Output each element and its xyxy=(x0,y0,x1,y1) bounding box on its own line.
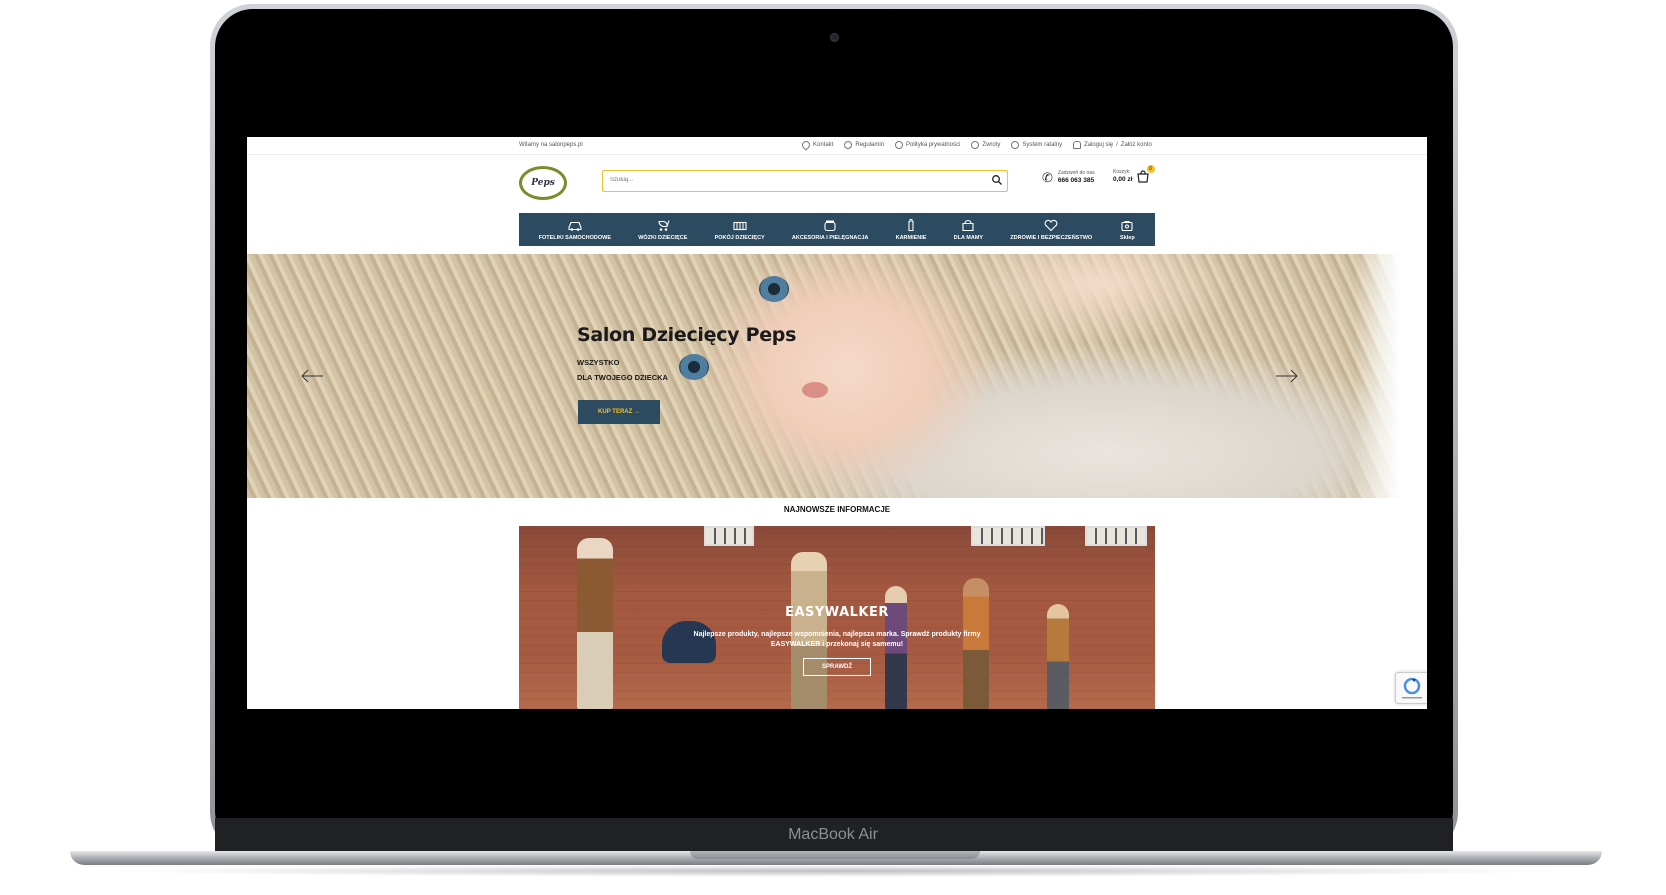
link-label: System ratalny xyxy=(1022,142,1063,148)
info-icon xyxy=(1011,141,1020,149)
phone-number: 666 063 385 xyxy=(1057,177,1095,185)
bed-icon xyxy=(733,221,747,230)
phone-contact[interactable]: ✆ Zadzwoń do nas 666 063 385 xyxy=(1042,170,1095,186)
top-links: Kontakt Regulamin Polityka prywatności Z… xyxy=(800,139,1152,151)
arrow-right-icon[interactable] xyxy=(1274,366,1300,386)
link-regulamin[interactable]: Regulamin xyxy=(844,141,884,149)
banner-image-detail xyxy=(704,526,754,546)
hero-text: Salon Dziecięcy Peps WSZYSTKO DLA TWOJEG… xyxy=(577,324,796,385)
register-link[interactable]: Załóż konto xyxy=(1121,142,1152,148)
hero-slider: Salon Dziecięcy Peps WSZYSTKO DLA TWOJEG… xyxy=(247,254,1420,498)
banner-image-detail xyxy=(577,538,613,709)
search-input[interactable] xyxy=(603,171,987,189)
nav-item-dla-mamy[interactable]: DLA MAMY xyxy=(954,219,983,241)
bag-icon xyxy=(962,219,974,231)
link-zwroty[interactable]: Zwroty xyxy=(971,141,1000,149)
nav-item-sklep[interactable]: Sklep xyxy=(1119,219,1135,241)
hero-line-2: DLA TWOJEGO DZIECKA xyxy=(577,373,668,382)
banner-text: Najlepsze produkty, najlepsze wspomnieni… xyxy=(693,631,981,648)
nav-item-pokoj[interactable]: POKÓJ DZIECIĘCY xyxy=(715,219,765,241)
recaptcha-badge[interactable] xyxy=(1395,672,1427,704)
hero-image-detail xyxy=(802,382,828,398)
peps-logo[interactable]: Peps xyxy=(519,166,567,200)
search-icon[interactable] xyxy=(991,174,1003,186)
cart-icon: 0 xyxy=(1136,165,1155,184)
nav-label: FOTELIKI SAMOCHODOWE xyxy=(538,234,612,241)
link-polityka[interactable]: Polityka prywatności xyxy=(895,141,960,149)
hero-subtitle: WSZYSTKO DLA TWOJEGO DZIECKA xyxy=(577,355,796,385)
cart[interactable]: Koszyk: 0,00 zł 0 xyxy=(1113,165,1155,184)
stroller-icon xyxy=(658,219,670,231)
phone-icon: ✆ xyxy=(1042,170,1053,185)
baby-bottle-icon xyxy=(908,218,914,231)
location-pin-icon xyxy=(800,139,812,151)
nav-label: KARMIENIE xyxy=(895,234,927,241)
separator: / xyxy=(1116,142,1118,148)
welcome-text: Witamy na salonpeps.pl xyxy=(519,142,583,148)
logo-text: Peps xyxy=(531,178,555,188)
recaptcha-icon xyxy=(1402,677,1422,699)
nav-label: ZDROWIE I BEZPIECZEŃSTWO xyxy=(1010,234,1093,241)
info-icon xyxy=(895,141,904,149)
nav-item-wozki[interactable]: WÓZKI DZIECIĘCE xyxy=(638,219,687,241)
laptop-shadow xyxy=(100,865,1570,877)
link-system-ratalny[interactable]: System ratalny xyxy=(1011,141,1062,149)
link-label: Regulamin xyxy=(855,142,885,148)
main-nav: FOTELIKI SAMOCHODOWE WÓZKI DZIECIĘCE POK… xyxy=(519,213,1155,246)
hero-title: Salon Dziecięcy Peps xyxy=(577,324,797,346)
top-bar: Witamy na salonpeps.pl Kontakt Regulamin… xyxy=(247,137,1427,155)
car-icon xyxy=(568,221,582,231)
search-bar xyxy=(602,170,1008,192)
nav-label: AKCESORIA I PIELĘGNACJA xyxy=(791,234,869,241)
check-button[interactable]: SPRAWDŹ xyxy=(803,658,871,676)
link-label: Zwroty xyxy=(982,142,1001,148)
nav-item-zdrowie[interactable]: ZDROWIE I BEZPIECZEŃSTWO xyxy=(1010,219,1092,241)
banner-image-detail xyxy=(1085,526,1147,546)
account-links: Zaloguj się / Załóż konto xyxy=(1073,141,1152,149)
user-icon xyxy=(1073,141,1082,149)
nav-label: DLA MAMY xyxy=(953,234,984,241)
login-link[interactable]: Zaloguj się xyxy=(1084,142,1113,148)
hero-line-1: WSZYSTKO xyxy=(577,358,620,367)
buy-now-button[interactable]: KUP TERAZ → xyxy=(578,400,660,424)
info-icon xyxy=(844,141,853,149)
easywalker-banner: EASYWALKER Najlepsze produkty, najlepsze… xyxy=(519,526,1155,709)
info-icon xyxy=(971,141,980,149)
nav-item-akcesoria[interactable]: AKCESORIA I PIELĘGNACJA xyxy=(791,219,869,241)
nav-item-karmienie[interactable]: KARMIENIE xyxy=(895,218,927,241)
banner-title: EASYWALKER xyxy=(785,605,889,620)
jar-icon xyxy=(824,220,836,231)
webcam-icon xyxy=(830,33,839,42)
link-label: Kontakt xyxy=(813,142,834,148)
phone-text: Zadzwoń do nas 666 063 385 xyxy=(1057,171,1095,185)
nav-label: WÓZKI DZIECIĘCE xyxy=(638,234,688,241)
hero-image-detail xyxy=(759,276,789,302)
cart-count-badge: 0 xyxy=(1146,165,1155,173)
hero-image-edge xyxy=(1354,254,1420,498)
nav-label: Sklep xyxy=(1120,234,1135,241)
banner-image-detail xyxy=(971,526,1045,546)
device-label: MacBook Air xyxy=(788,826,878,843)
link-label: Polityka prywatności xyxy=(906,142,961,148)
heart-icon xyxy=(1044,219,1058,231)
cart-total: 0,00 zł xyxy=(1113,176,1133,184)
cart-text: Koszyk: 0,00 zł xyxy=(1113,170,1133,184)
website-screen: Witamy na salonpeps.pl Kontakt Regulamin… xyxy=(247,137,1427,709)
arrow-left-icon[interactable] xyxy=(299,366,325,386)
news-section-title: NAJNOWSZE INFORMACJE xyxy=(783,505,891,514)
nav-label: POKÓJ DZIECIĘCY xyxy=(714,234,765,241)
header: Peps ✆ Zadzwoń do nas 666 063 385 Koszyk… xyxy=(247,154,1427,211)
link-kontakt[interactable]: Kontakt xyxy=(800,139,834,151)
laptop-notch xyxy=(690,851,980,859)
nav-item-foteliki[interactable]: FOTELIKI SAMOCHODOWE xyxy=(539,219,611,241)
shop-bag-icon xyxy=(1121,220,1133,231)
